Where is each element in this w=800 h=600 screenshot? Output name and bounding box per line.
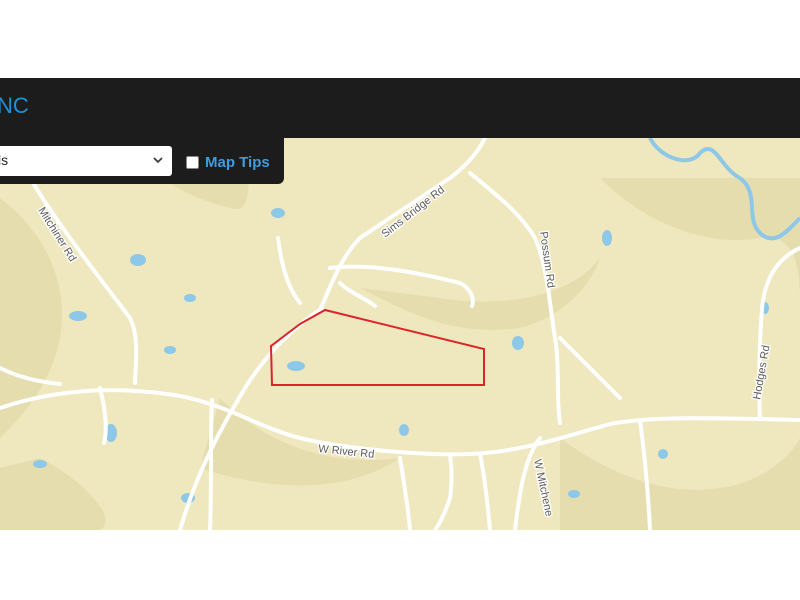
- map-tips-label[interactable]: Map Tips: [205, 154, 270, 171]
- app-title: NC: [0, 93, 29, 118]
- map-toolbar: ls Map Tips: [0, 138, 284, 184]
- map-tips-checkbox[interactable]: [186, 155, 199, 169]
- app-header: NC: [0, 78, 800, 138]
- layer-select[interactable]: ls: [0, 146, 172, 176]
- map-svg[interactable]: Mitchiner Rd Sims Bridge Rd Possum Rd Ho…: [0, 138, 800, 530]
- layer-select-value: ls: [0, 152, 9, 168]
- map-canvas[interactable]: Mitchiner Rd Sims Bridge Rd Possum Rd Ho…: [0, 138, 800, 530]
- map-tips-toggle[interactable]: Map Tips: [186, 152, 270, 172]
- chevron-down-icon: [153, 157, 163, 164]
